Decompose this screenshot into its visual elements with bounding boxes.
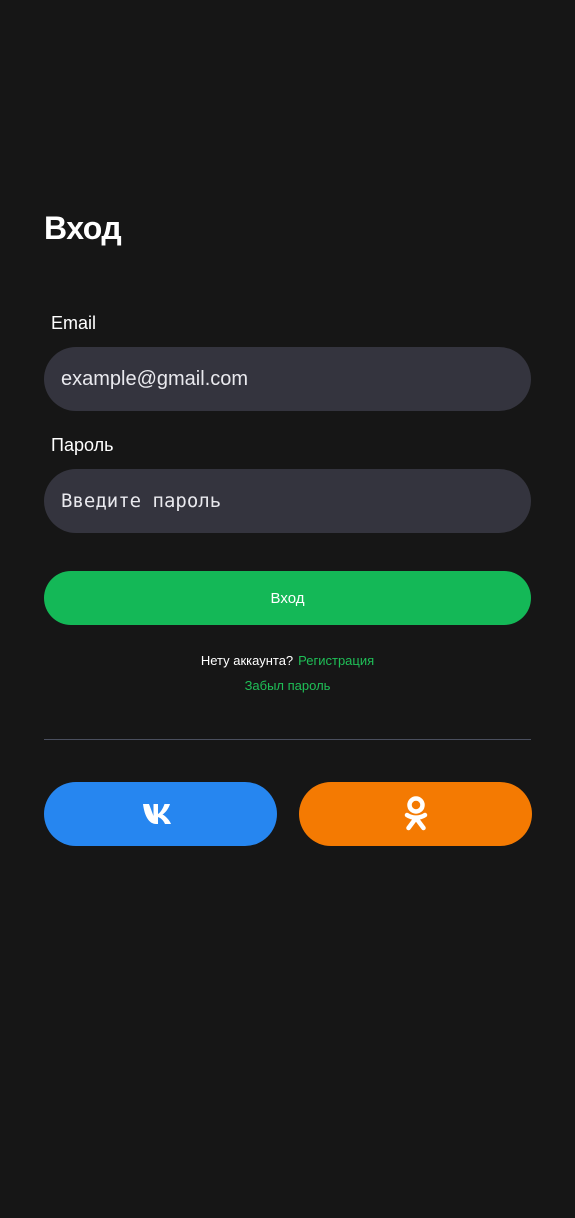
ok-login-button[interactable] [299,782,532,846]
odnoklassniki-logo-icon [404,796,428,832]
email-field[interactable] [44,347,531,411]
register-row: Нету аккаунта? Регистрация [0,653,575,668]
password-field[interactable] [44,469,531,533]
login-screen: Вход Email Пароль Вход Нету аккаунта? Рег… [0,0,575,1218]
forgot-password-link[interactable]: Забыл пароль [0,678,575,693]
no-account-text: Нету аккаунта? [200,653,294,668]
divider [44,739,531,740]
password-label: Пароль [51,435,114,455]
page-title: Вход [44,210,122,246]
vk-logo-icon [142,803,179,825]
register-link[interactable]: Регистрация [298,653,374,668]
vk-login-button[interactable] [44,782,277,846]
login-button[interactable]: Вход [44,571,531,625]
email-label: Email [51,313,97,333]
